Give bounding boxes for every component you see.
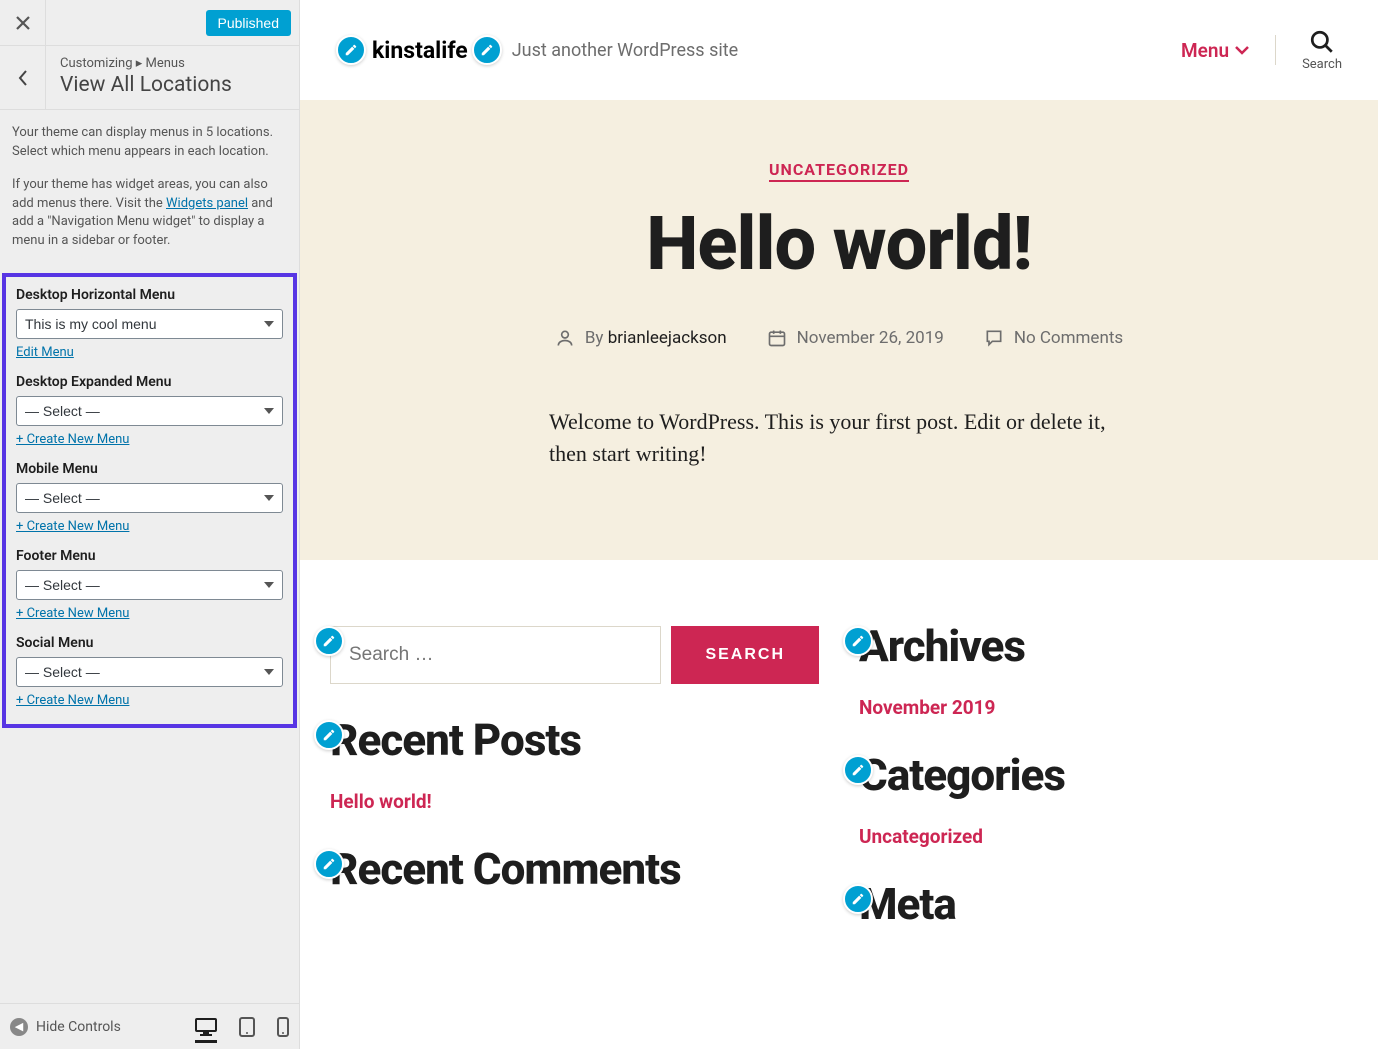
edit-shortcut-icon[interactable]	[314, 849, 344, 879]
widget-title: Archives	[859, 620, 1348, 672]
site-tagline: Just another WordPress site	[512, 40, 738, 61]
widget-archives: Archives November 2019	[859, 620, 1348, 719]
location-label: Footer Menu	[16, 548, 283, 564]
widget-title: Categories	[859, 749, 1348, 801]
widget-title: Recent Posts	[330, 714, 819, 766]
user-icon	[555, 328, 575, 348]
widget-search: SEARCH	[330, 620, 819, 684]
location-footer: Footer Menu — Select — + Create New Menu	[16, 548, 283, 621]
recent-post-link[interactable]: Hello world!	[330, 790, 432, 813]
edit-shortcut-icon[interactable]	[314, 626, 344, 656]
search-input[interactable]	[330, 626, 661, 684]
author-link[interactable]: brianleejackson	[608, 328, 727, 348]
create-menu-link[interactable]: + Create New Menu	[16, 432, 129, 447]
widget-recent-comments: Recent Comments	[330, 843, 819, 895]
sidebar-footer: ◀ Hide Controls	[0, 1003, 299, 1049]
published-button[interactable]: Published	[206, 10, 292, 36]
create-menu-link[interactable]: + Create New Menu	[16, 606, 129, 621]
panel-title: View All Locations	[60, 73, 232, 97]
divider	[1275, 35, 1276, 65]
sidebar-topbar: Published	[0, 0, 299, 46]
menu-locations-box: Desktop Horizontal Menu This is my cool …	[2, 273, 297, 728]
comments-link[interactable]: No Comments	[1014, 328, 1123, 348]
category-item-link[interactable]: Uncategorized	[859, 825, 983, 848]
location-select-mobile[interactable]: — Select —	[16, 483, 283, 513]
location-select-desktop-expanded[interactable]: — Select —	[16, 396, 283, 426]
location-label: Desktop Horizontal Menu	[16, 287, 283, 303]
location-select-social[interactable]: — Select —	[16, 657, 283, 687]
menu-toggle-button[interactable]: Menu	[1181, 39, 1249, 62]
location-label: Social Menu	[16, 635, 283, 651]
widget-title: Recent Comments	[330, 843, 819, 895]
edit-shortcut-icon[interactable]	[843, 755, 873, 785]
hide-controls-button[interactable]: ◀ Hide Controls	[10, 1018, 121, 1036]
back-button[interactable]	[0, 46, 46, 109]
site-title[interactable]: kinstalife	[372, 37, 468, 64]
search-toggle-button[interactable]: Search	[1302, 29, 1342, 72]
category-link[interactable]: UNCATEGORIZED	[769, 160, 909, 182]
location-desktop-expanded: Desktop Expanded Menu — Select — + Creat…	[16, 374, 283, 447]
device-desktop-icon[interactable]	[195, 1018, 217, 1043]
location-select-desktop-horizontal[interactable]: This is my cool menu	[16, 309, 283, 339]
edit-menu-link[interactable]: Edit Menu	[16, 345, 74, 360]
post-date: November 26, 2019	[797, 328, 944, 348]
post-hero: UNCATEGORIZED Hello world! By brianleeja…	[300, 100, 1378, 560]
device-mobile-icon[interactable]	[277, 1017, 289, 1037]
site-preview: kinstalife Just another WordPress site M…	[300, 0, 1378, 1049]
location-mobile: Mobile Menu — Select — + Create New Menu	[16, 461, 283, 534]
preview-header: kinstalife Just another WordPress site M…	[300, 0, 1378, 100]
panel-description: Your theme can display menus in 5 locati…	[0, 110, 299, 273]
search-icon	[1309, 29, 1335, 55]
create-menu-link[interactable]: + Create New Menu	[16, 519, 129, 534]
location-select-footer[interactable]: — Select —	[16, 570, 283, 600]
archive-link[interactable]: November 2019	[859, 696, 995, 719]
widget-meta: Meta	[859, 878, 1348, 930]
edit-shortcut-icon[interactable]	[314, 720, 344, 750]
breadcrumb: Customizing ▸ Menus	[60, 56, 232, 71]
location-label: Desktop Expanded Menu	[16, 374, 283, 390]
widget-categories: Categories Uncategorized	[859, 749, 1348, 848]
edit-shortcut-icon[interactable]	[472, 35, 502, 65]
location-desktop-horizontal: Desktop Horizontal Menu This is my cool …	[16, 287, 283, 360]
post-excerpt: Welcome to WordPress. This is your first…	[549, 406, 1129, 470]
customizer-sidebar: Published Customizing ▸ Menus View All L…	[0, 0, 300, 1049]
comment-icon	[984, 328, 1004, 348]
sidebar-header: Customizing ▸ Menus View All Locations	[0, 46, 299, 110]
calendar-icon	[767, 328, 787, 348]
edit-shortcut-icon[interactable]	[843, 626, 873, 656]
close-button[interactable]	[0, 0, 46, 45]
footer-widgets: SEARCH Recent Posts Hello world! Recent …	[300, 560, 1378, 950]
widget-title: Meta	[859, 878, 1348, 930]
post-title: Hello world!	[350, 201, 1328, 288]
search-submit-button[interactable]: SEARCH	[671, 626, 819, 684]
device-tablet-icon[interactable]	[239, 1017, 255, 1037]
location-social: Social Menu — Select — + Create New Menu	[16, 635, 283, 708]
post-meta: By brianleejackson November 26, 2019 No …	[350, 328, 1328, 348]
location-label: Mobile Menu	[16, 461, 283, 477]
chevron-down-icon	[1235, 45, 1249, 55]
widgets-panel-link[interactable]: Widgets panel	[166, 196, 248, 211]
create-menu-link[interactable]: + Create New Menu	[16, 693, 129, 708]
edit-shortcut-icon[interactable]	[843, 884, 873, 914]
widget-recent-posts: Recent Posts Hello world!	[330, 714, 819, 813]
edit-shortcut-icon[interactable]	[336, 35, 366, 65]
